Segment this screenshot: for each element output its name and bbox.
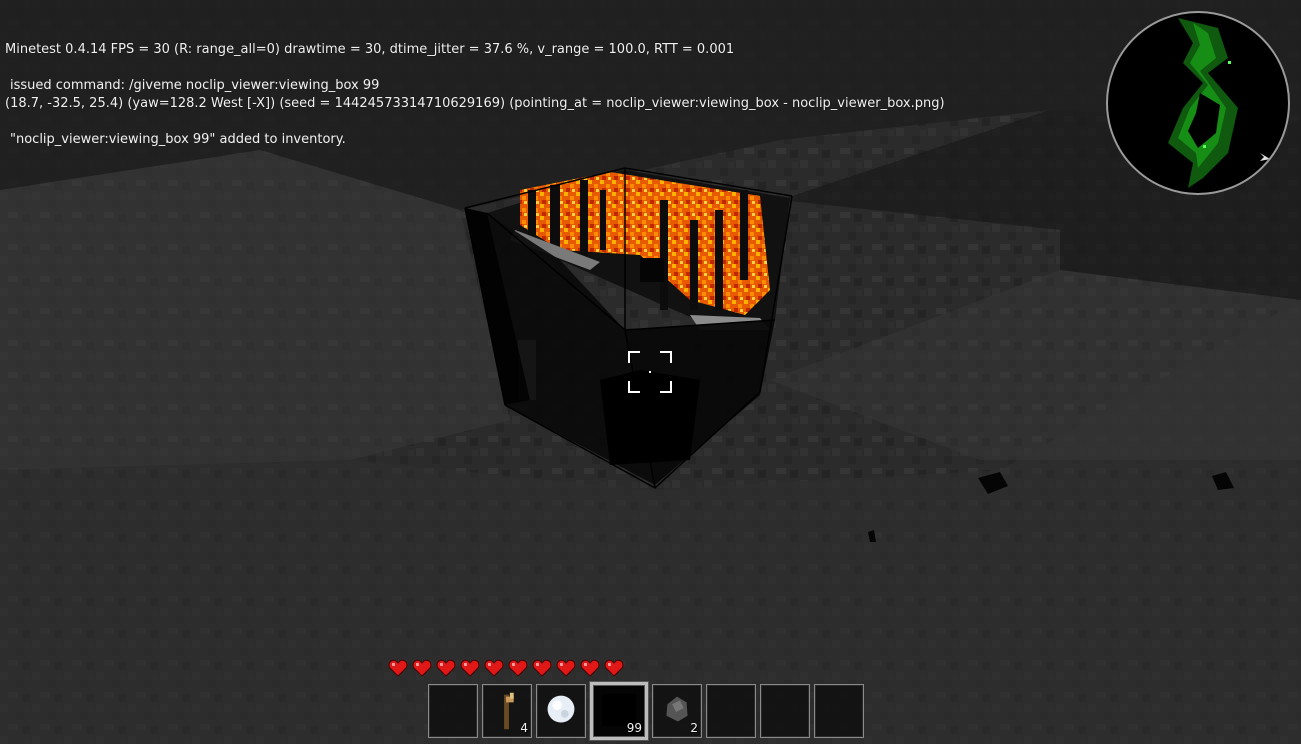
hotbar-slot-2[interactable]: 4 <box>482 684 532 738</box>
hotbar-slot-6[interactable] <box>706 684 756 738</box>
hotbar-slot-4[interactable]: 99 <box>590 682 648 740</box>
minimap[interactable] <box>1106 11 1290 195</box>
item-count: 2 <box>690 721 698 735</box>
heart-icon <box>412 658 432 678</box>
chat-message: issued command: /giveme noclip_viewer:vi… <box>10 78 380 93</box>
hotbar-slot-5[interactable]: 2 <box>652 684 702 738</box>
heart-icon <box>532 658 552 678</box>
hotbar[interactable]: 4 99 2 <box>428 682 864 740</box>
minimap-terrain <box>1168 18 1270 188</box>
crosshair-icon <box>628 351 672 393</box>
heart-icon <box>460 658 480 678</box>
hotbar-slot-1[interactable] <box>428 684 478 738</box>
heart-icon <box>388 658 408 678</box>
player-arrow-icon <box>1260 153 1270 161</box>
item-count: 99 <box>626 721 642 735</box>
hotbar-slot-7[interactable] <box>760 684 810 738</box>
heart-icon <box>556 658 576 678</box>
hotbar-slot-8[interactable] <box>814 684 864 738</box>
chat-message: "noclip_viewer:viewing_box 99" added to … <box>10 132 346 147</box>
hotbar-slot-3[interactable] <box>536 684 586 738</box>
heart-icon <box>580 658 600 678</box>
chat-log: issued command: /giveme noclip_viewer:vi… <box>10 41 379 167</box>
health-bar <box>388 658 624 678</box>
heart-icon <box>508 658 528 678</box>
item-count: 4 <box>520 721 528 735</box>
heart-icon <box>484 658 504 678</box>
heart-icon <box>436 658 456 678</box>
heart-icon <box>604 658 624 678</box>
